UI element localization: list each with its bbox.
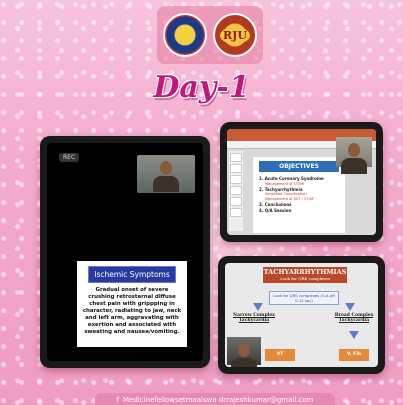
vt-box: VT (265, 349, 295, 361)
presenter-figure (341, 143, 367, 174)
tachy-heading: TACHYARRHYTHMIAS Look for QRS complexes (263, 267, 347, 283)
footer-text: Medicinefellowsetmaalswa drrajeshkumar@g… (123, 396, 314, 404)
tablet-left-screen: REC Ischemic Symptoms Gradual onset of s… (47, 143, 203, 361)
tachy-subtitle: Look for QRS complexes (280, 276, 330, 281)
tablet-top-right-screen: OBJECTIVES 1. Acute Coronary Syndrome Ma… (227, 129, 376, 235)
page-title: Day-1 (153, 70, 250, 105)
tachy-title: TACHYARRHYTHMIAS (263, 268, 347, 276)
tablet-left: REC Ischemic Symptoms Gradual onset of s… (40, 136, 210, 368)
footer-bar: f Medicinefellowsetmaalswa drrajeshkumar… (95, 393, 335, 405)
tablet-top-right: OBJECTIVES 1. Acute Coronary Syndrome Ma… (220, 122, 383, 242)
objectives-slide: OBJECTIVES 1. Acute Coronary Syndrome Ma… (253, 157, 345, 233)
arrow-down (349, 331, 359, 339)
video-thumbnail (137, 155, 195, 193)
vfib-box: V. Fib (339, 349, 369, 361)
narrow-branch: Narrow Complex Tachycardia (233, 313, 275, 323)
video-thumbnail (336, 137, 372, 174)
rju-logo: RJU (213, 13, 257, 57)
presenter-figure (231, 343, 257, 367)
objective-item: 4. Q/A Session (259, 207, 292, 213)
rec-indicator: REC (59, 153, 80, 162)
slide-text: Gradual onset of severe crushing retrost… (82, 287, 182, 335)
logo-bar: RJU (157, 6, 263, 64)
presenter-figure (153, 161, 179, 192)
objectives-heading: OBJECTIVES (259, 161, 339, 172)
tablet-bottom-right: TACHYARRHYTHMIAS Look for QRS complexes … (218, 256, 385, 374)
medical-emblem-logo (163, 13, 207, 57)
social-icon: f (116, 396, 119, 404)
arrow-right (345, 303, 355, 311)
slide-heading: Ischemic Symptoms (88, 266, 176, 283)
broad-branch: Broad Complex Tachycardia (334, 313, 374, 323)
qrs-note: Look for QRS complexes (Cut-off 0.12 sec… (269, 291, 339, 305)
tablet-bottom-right-screen: TACHYARRHYTHMIAS Look for QRS complexes … (225, 263, 378, 367)
video-thumbnail (227, 337, 261, 367)
arrow-left (253, 303, 263, 311)
slide-thumbnails (229, 151, 243, 231)
slide-ischemic: Ischemic Symptoms Gradual onset of sever… (77, 261, 187, 347)
